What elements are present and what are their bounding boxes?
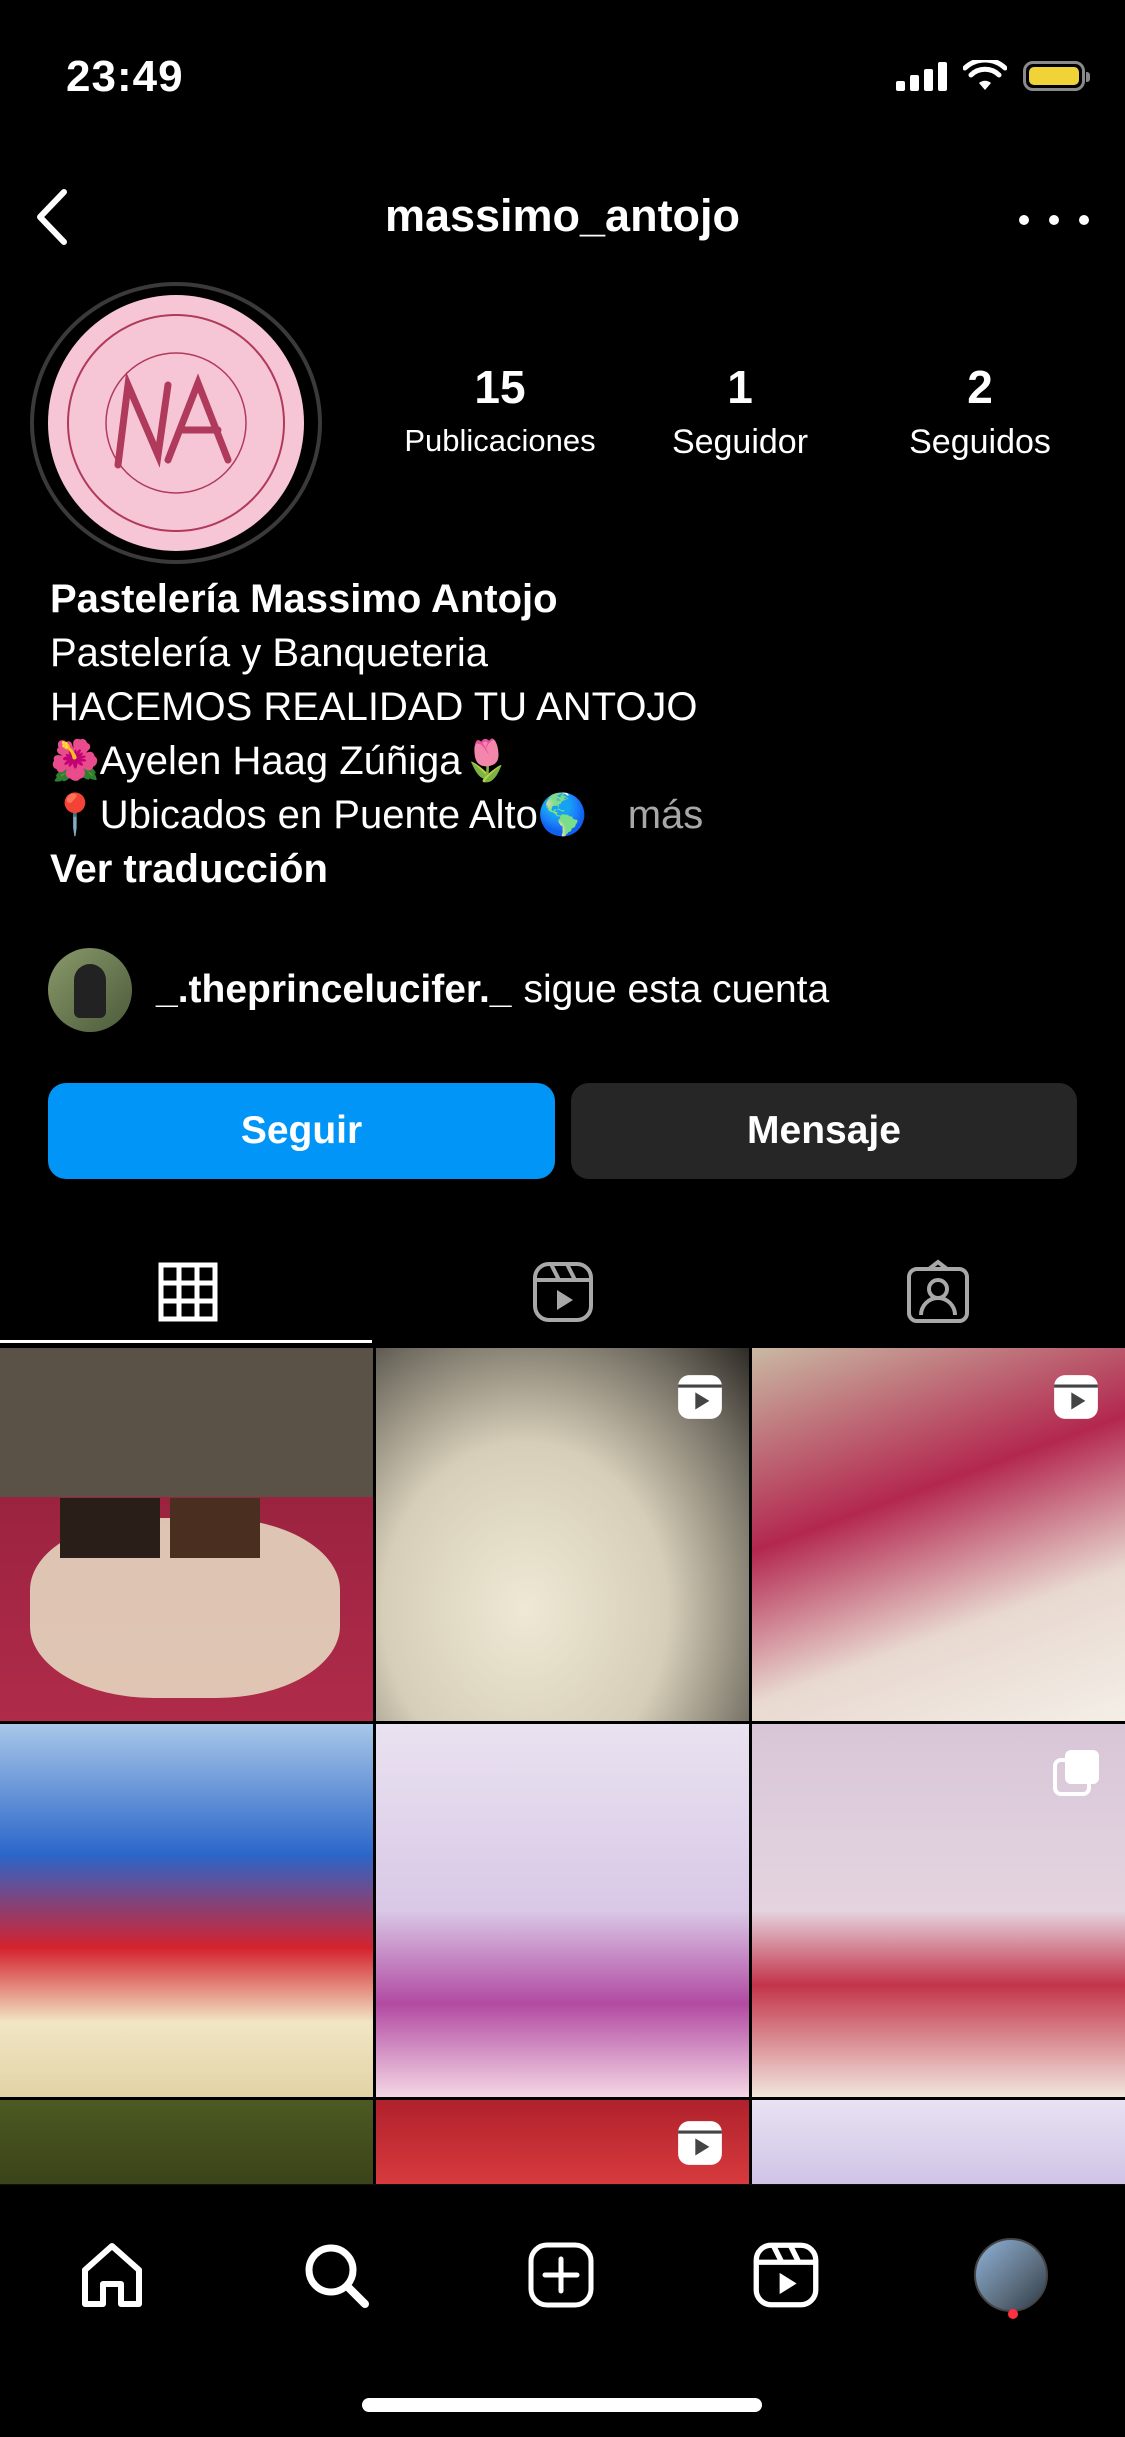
reels-icon [753, 2242, 819, 2308]
post-thumbnail[interactable] [0, 1724, 373, 2097]
wifi-icon [963, 60, 1007, 90]
reel-badge-icon [1054, 1375, 1098, 1419]
post-thumbnail[interactable] [0, 1348, 373, 1721]
bio-line: Pastelería y Banqueteria [50, 631, 489, 675]
profile-username: massimo_antojo [384, 190, 741, 241]
nav-reels[interactable] [736, 2225, 836, 2325]
post-thumbnail[interactable] [376, 1724, 749, 2097]
more-dot [1079, 215, 1089, 225]
notification-dot [1008, 2309, 1018, 2319]
home-indicator[interactable] [362, 2398, 762, 2412]
profile-avatar[interactable] [30, 282, 322, 564]
follower-username: _.theprincelucifer._ [156, 968, 512, 1011]
nav-search[interactable] [286, 2225, 386, 2325]
stat-following[interactable]: 2 Seguidos [860, 362, 1100, 462]
battery-icon [1023, 61, 1090, 91]
status-icons [896, 60, 1090, 92]
more-dot [1019, 215, 1029, 225]
stat-following-label: Seguidos [909, 422, 1051, 461]
post-thumbnail[interactable] [752, 2100, 1125, 2186]
stat-followers-label: Seguidor [671, 422, 809, 461]
search-icon [305, 2244, 369, 2308]
more-options-button[interactable] [1019, 200, 1089, 240]
message-button[interactable]: Mensaje [571, 1083, 1077, 1179]
post-thumbnail[interactable] [752, 1724, 1125, 2097]
active-tab-indicator [0, 1340, 372, 1343]
profile-bio: Pastelería Massimo Antojo Pastelería y B… [50, 572, 1090, 896]
nav-create[interactable] [511, 2225, 611, 2325]
stat-followers[interactable]: 1 Seguidor [620, 362, 860, 462]
profile-display-name: Pastelería Massimo Antojo [50, 577, 558, 621]
profile-avatar-icon [974, 2238, 1048, 2312]
carousel-badge-icon [1053, 1750, 1099, 1796]
bio-more-link[interactable]: más [628, 793, 704, 837]
bio-line-location: 📍Ubicados en Puente Alto🌎 más [50, 788, 1090, 842]
post-thumbnail[interactable] [752, 1348, 1125, 1721]
status-time: 23:49 [66, 52, 184, 101]
post-thumbnail[interactable] [376, 2100, 749, 2186]
reels-icon [532, 1262, 593, 1322]
stat-posts[interactable]: 15 Publicaciones [380, 362, 620, 459]
create-icon [528, 2242, 594, 2308]
follower-avatar [48, 948, 132, 1032]
bio-line: 🌺Ayelen Haag Zúñiga🌷 [50, 739, 512, 783]
see-translation-link[interactable]: Ver traducción [50, 842, 1090, 896]
stat-posts-value: 15 [474, 361, 526, 413]
follow-button[interactable]: Seguir [48, 1083, 555, 1179]
tab-posts-grid[interactable] [0, 1240, 375, 1344]
reel-badge-icon [678, 1375, 722, 1419]
nav-home[interactable] [62, 2225, 162, 2325]
tab-reels[interactable] [375, 1240, 750, 1344]
bio-line: HACEMOS REALIDAD TU ANTOJO [50, 685, 698, 729]
post-thumbnail[interactable] [0, 2100, 373, 2186]
followed-by-text: sigue esta cuenta [523, 968, 830, 1011]
stat-posts-label: Publicaciones [404, 422, 596, 458]
tagged-icon [906, 1259, 969, 1323]
post-image-detail [170, 1498, 260, 1558]
brand-logo [48, 295, 304, 551]
post-image-detail [60, 1498, 160, 1558]
more-dot [1049, 215, 1059, 225]
home-icon [82, 2243, 142, 2307]
bio-line: 📍Ubicados en Puente Alto🌎 [50, 793, 588, 837]
grid-icon [158, 1262, 217, 1322]
tab-tagged[interactable] [750, 1240, 1125, 1344]
stat-followers-value: 1 [727, 361, 753, 413]
signal-icon [896, 61, 947, 91]
stat-following-value: 2 [967, 361, 993, 413]
posts-grid [0, 1348, 1125, 2186]
reel-badge-icon [678, 2121, 722, 2165]
followed-by[interactable]: _.theprincelucifer._ sigue esta cuenta [48, 948, 829, 1032]
post-thumbnail[interactable] [376, 1348, 749, 1721]
